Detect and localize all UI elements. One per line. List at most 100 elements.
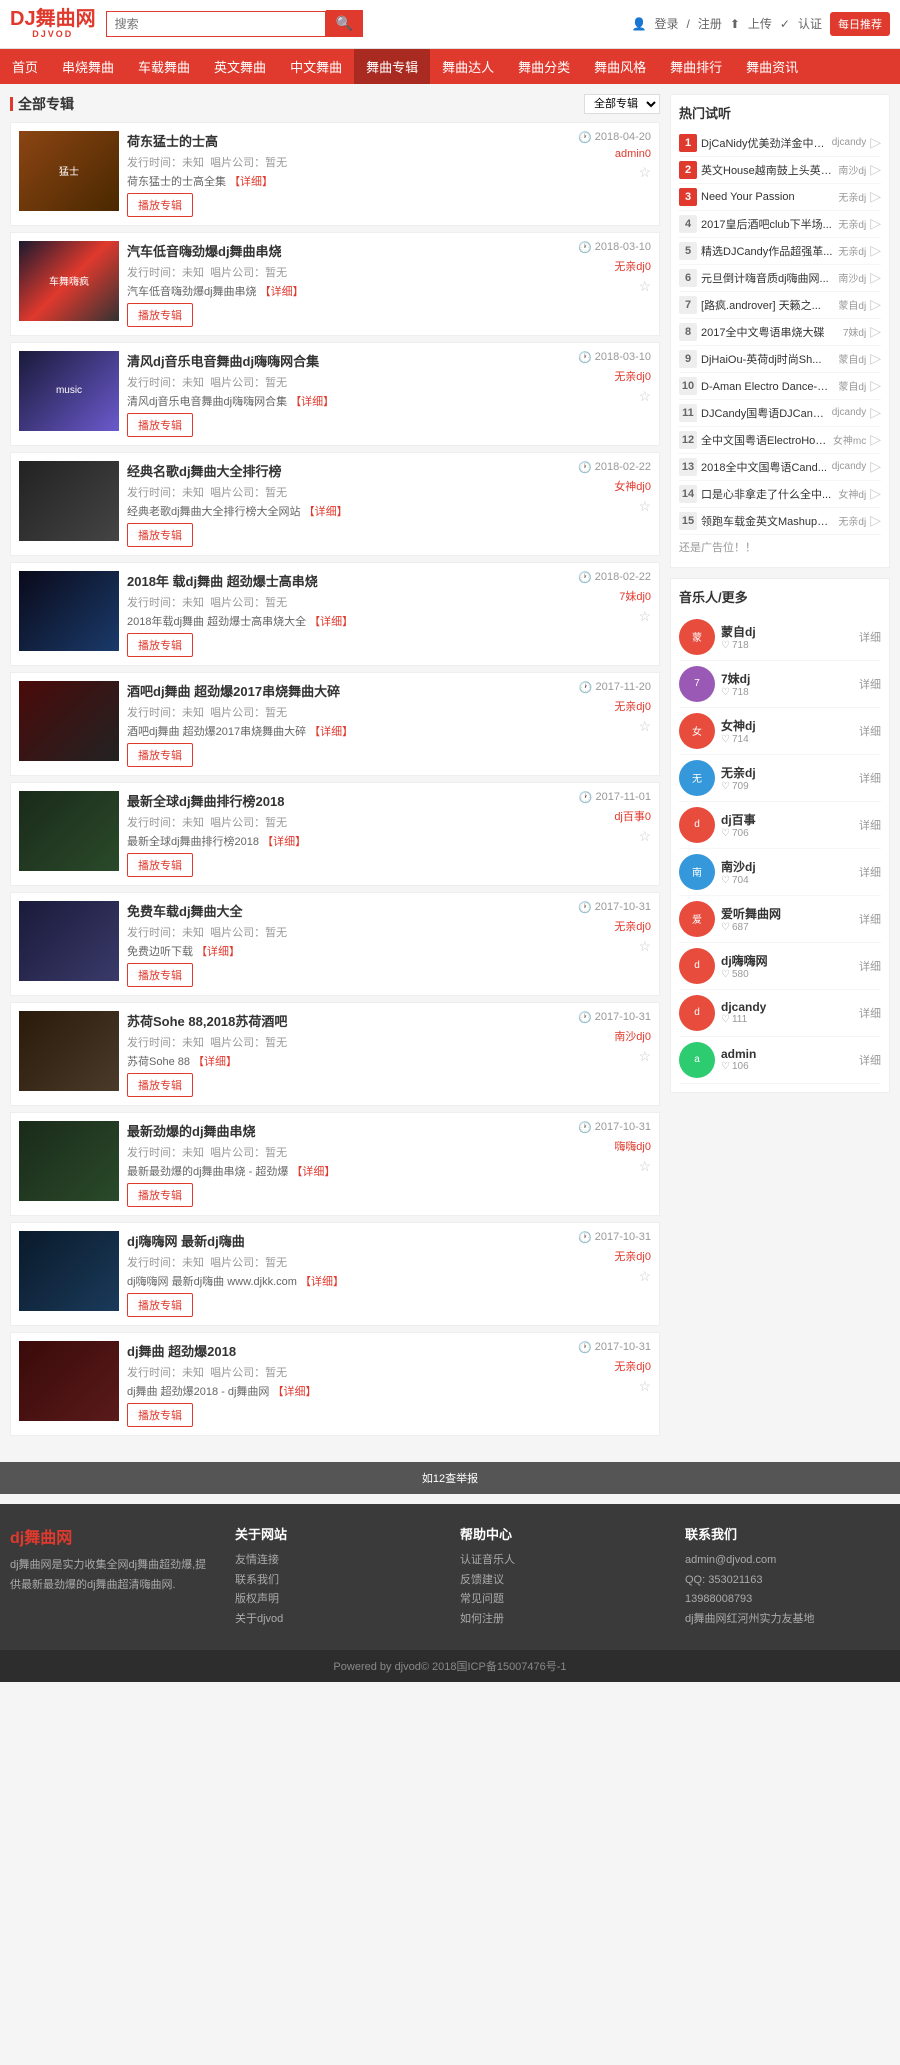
nav-chinese[interactable]: 中文舞曲 xyxy=(278,49,354,84)
nav-album[interactable]: 舞曲专辑 xyxy=(354,49,430,84)
play-album-button[interactable]: 播放专辑 xyxy=(127,303,193,327)
album-detail-link[interactable]: 【详细】 xyxy=(229,176,273,188)
hot-text[interactable]: 全中文国粤语ElectroHous... xyxy=(701,432,829,448)
play-album-button[interactable]: 播放专辑 xyxy=(127,963,193,987)
play-album-button[interactable]: 播放专辑 xyxy=(127,523,193,547)
play-icon[interactable]: ▷ xyxy=(870,512,881,529)
search-input[interactable] xyxy=(106,11,326,37)
album-detail-link[interactable]: 【详细】 xyxy=(309,616,353,628)
hot-text[interactable]: 口是心非拿走了什么全中... xyxy=(701,486,834,502)
footer-help-link[interactable]: 如何注册 xyxy=(460,1610,665,1630)
star-button[interactable]: ☆ xyxy=(638,498,651,515)
play-icon[interactable]: ▷ xyxy=(870,188,881,205)
hot-text[interactable]: 英文House越南鼓上头英文... xyxy=(701,162,834,178)
play-icon[interactable]: ▷ xyxy=(870,350,881,367)
star-button[interactable]: ☆ xyxy=(638,1048,651,1065)
footer-help-link[interactable]: 常见问题 xyxy=(460,1590,665,1610)
musician-detail-link[interactable]: 详细 xyxy=(859,770,881,786)
hot-text[interactable]: 2017全中文粤语串烧大碟 xyxy=(701,324,839,340)
nav-talent[interactable]: 舞曲达人 xyxy=(430,49,506,84)
play-album-button[interactable]: 播放专辑 xyxy=(127,1073,193,1097)
hot-text[interactable]: DJCandy国粤语DJCandy... xyxy=(701,405,828,421)
album-detail-link[interactable]: 【详细】 xyxy=(260,286,304,298)
album-detail-link[interactable]: 【详细】 xyxy=(291,1166,335,1178)
hot-text[interactable]: Need Your Passion xyxy=(701,191,834,203)
play-album-button[interactable]: 播放专辑 xyxy=(127,743,193,767)
verify-link[interactable]: 认证 xyxy=(798,15,822,32)
hot-text[interactable]: 2018全中文国粤语Cand... xyxy=(701,459,828,475)
star-button[interactable]: ☆ xyxy=(638,1158,651,1175)
nav-news[interactable]: 舞曲资讯 xyxy=(734,49,810,84)
star-button[interactable]: ☆ xyxy=(638,608,651,625)
star-button[interactable]: ☆ xyxy=(638,718,651,735)
star-button[interactable]: ☆ xyxy=(638,1378,651,1395)
album-filter-select[interactable]: 全部专辑 xyxy=(584,94,660,114)
upload-link[interactable]: 上传 xyxy=(748,15,772,32)
musician-detail-link[interactable]: 详细 xyxy=(859,911,881,927)
star-button[interactable]: ☆ xyxy=(638,938,651,955)
album-detail-link[interactable]: 【详细】 xyxy=(196,946,240,958)
footer-site-link[interactable]: 版权声明 xyxy=(235,1590,440,1610)
play-album-button[interactable]: 播放专辑 xyxy=(127,193,193,217)
play-album-button[interactable]: 播放专辑 xyxy=(127,413,193,437)
star-button[interactable]: ☆ xyxy=(638,388,651,405)
register-link[interactable]: 注册 xyxy=(698,15,722,32)
play-icon[interactable]: ▷ xyxy=(870,161,881,178)
star-button[interactable]: ☆ xyxy=(638,828,651,845)
album-detail-link[interactable]: 【详细】 xyxy=(290,396,334,408)
play-icon[interactable]: ▷ xyxy=(870,215,881,232)
album-detail-link[interactable]: 【详细】 xyxy=(272,1386,316,1398)
star-button[interactable]: ☆ xyxy=(638,164,651,181)
nav-category[interactable]: 舞曲分类 xyxy=(506,49,582,84)
play-album-button[interactable]: 播放专辑 xyxy=(127,633,193,657)
musician-detail-link[interactable]: 详细 xyxy=(859,817,881,833)
play-icon[interactable]: ▷ xyxy=(870,296,881,313)
musician-detail-link[interactable]: 详细 xyxy=(859,958,881,974)
album-detail-link[interactable]: 【详细】 xyxy=(304,506,348,518)
play-icon[interactable]: ▷ xyxy=(870,485,881,502)
musician-detail-link[interactable]: 详细 xyxy=(859,629,881,645)
hot-text[interactable]: 2017皇后酒吧club下半场... xyxy=(701,216,834,232)
play-icon[interactable]: ▷ xyxy=(870,431,881,448)
play-icon[interactable]: ▷ xyxy=(870,134,881,151)
play-album-button[interactable]: 播放专辑 xyxy=(127,853,193,877)
hot-text[interactable]: [路疯.androver] 天籁之... xyxy=(701,297,834,313)
nav-chart[interactable]: 舞曲排行 xyxy=(658,49,734,84)
hot-text[interactable]: DjCaNidy优美劲洋金中文... xyxy=(701,135,828,151)
search-button[interactable]: 🔍 xyxy=(326,10,363,37)
nav-english[interactable]: 英文舞曲 xyxy=(202,49,278,84)
play-album-button[interactable]: 播放专辑 xyxy=(127,1293,193,1317)
musician-detail-link[interactable]: 详细 xyxy=(859,1005,881,1021)
play-icon[interactable]: ▷ xyxy=(870,404,881,421)
footer-site-link[interactable]: 联系我们 xyxy=(235,1571,440,1591)
footer-site-link[interactable]: 友情连接 xyxy=(235,1551,440,1571)
site-logo[interactable]: DJ舞曲网 DJVOD xyxy=(10,8,96,40)
hot-text[interactable]: DjHaiOu-英荷dj时尚Sh... xyxy=(701,351,834,367)
play-album-button[interactable]: 播放专辑 xyxy=(127,1403,193,1427)
nav-serial[interactable]: 串烧舞曲 xyxy=(50,49,126,84)
nav-style[interactable]: 舞曲风格 xyxy=(582,49,658,84)
daily-rec-badge[interactable]: 每日推荐 xyxy=(830,12,890,36)
login-link[interactable]: 登录 xyxy=(654,15,678,32)
nav-home[interactable]: 首页 xyxy=(0,49,50,84)
footer-help-link[interactable]: 认证音乐人 xyxy=(460,1551,665,1571)
footer-help-link[interactable]: 反馈建议 xyxy=(460,1571,665,1591)
footer-site-link[interactable]: 关于djvod xyxy=(235,1610,440,1630)
play-icon[interactable]: ▷ xyxy=(870,323,881,340)
hot-text[interactable]: 精选DJCandy作品超强革... xyxy=(701,243,834,259)
nav-car[interactable]: 车载舞曲 xyxy=(126,49,202,84)
musician-detail-link[interactable]: 详细 xyxy=(859,864,881,880)
hot-text[interactable]: 领跑车载金英文Mashup上... xyxy=(701,513,834,529)
hot-text[interactable]: D-Aman Electro Dance-飞... xyxy=(701,378,834,394)
musician-detail-link[interactable]: 详细 xyxy=(859,1052,881,1068)
musician-detail-link[interactable]: 详细 xyxy=(859,676,881,692)
star-button[interactable]: ☆ xyxy=(638,278,651,295)
album-detail-link[interactable]: 【详细】 xyxy=(193,1056,237,1068)
play-icon[interactable]: ▷ xyxy=(870,242,881,259)
hot-text[interactable]: 元旦倒计嗨音质dj嗨曲网... xyxy=(701,270,834,286)
play-album-button[interactable]: 播放专辑 xyxy=(127,1183,193,1207)
play-icon[interactable]: ▷ xyxy=(870,269,881,286)
star-button[interactable]: ☆ xyxy=(638,1268,651,1285)
album-detail-link[interactable]: 【详细】 xyxy=(300,1276,344,1288)
album-detail-link[interactable]: 【详细】 xyxy=(309,726,353,738)
